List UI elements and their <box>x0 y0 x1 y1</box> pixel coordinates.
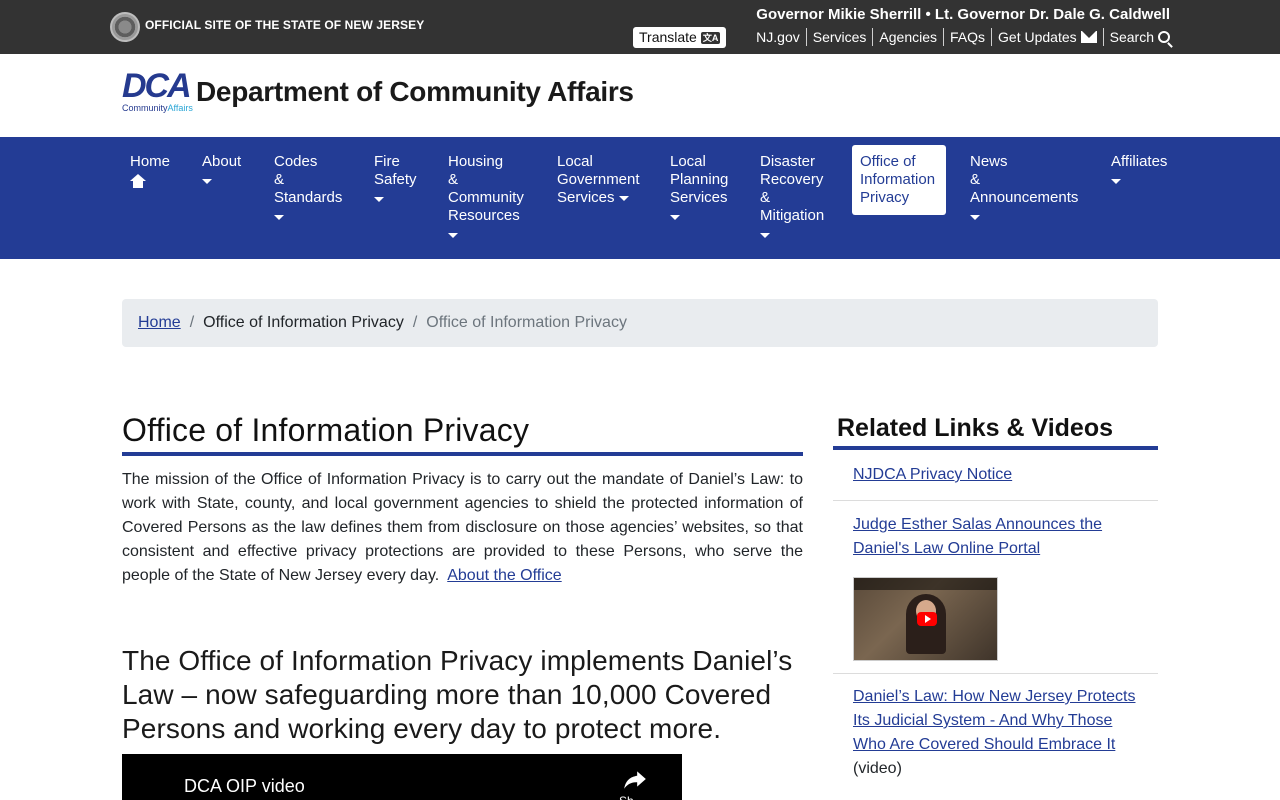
logo-sub-community: Community <box>122 103 168 113</box>
translate-icon: 文A <box>700 31 721 44</box>
main-nav: Home About Codes & Standards Fire Safety… <box>0 137 1280 259</box>
translate-button[interactable]: Translate 文A <box>633 27 727 48</box>
nav-codes-label: Codes & Standards <box>274 153 343 206</box>
privacy-notice-link[interactable]: NJDCA Privacy Notice <box>853 466 1012 483</box>
governor-line: Governor Mikie Sherrill • Lt. Governor D… <box>756 6 1170 23</box>
section-heading: The Office of Information Privacy implem… <box>122 645 793 744</box>
breadcrumb-separator: / <box>189 314 195 331</box>
nav-local-planning-label: Local Planning Services <box>670 153 729 206</box>
nav-local-government[interactable]: Local Government Services <box>549 145 648 215</box>
nav-affiliates-label: Affiliates <box>1111 153 1168 170</box>
breadcrumb: Home / Office of Information Privacy / O… <box>122 299 1158 347</box>
chevron-down-icon <box>274 215 284 220</box>
home-icon <box>130 174 146 188</box>
video-thumbnail[interactable] <box>853 577 998 661</box>
top-link-search[interactable]: Search <box>1104 28 1170 46</box>
breadcrumb-separator: / <box>412 314 418 331</box>
play-icon[interactable] <box>917 612 937 626</box>
thumbnail-title-bar <box>854 578 997 590</box>
top-link-njgov[interactable]: NJ.gov <box>750 28 807 46</box>
salas-portal-link[interactable]: Judge Esther Salas Announces the Daniel'… <box>853 516 1102 557</box>
about-office-link[interactable]: About the Office <box>447 567 561 584</box>
share-label[interactable]: Sh <box>619 794 634 800</box>
nav-codes-standards[interactable]: Codes & Standards <box>266 145 350 233</box>
nj-seal-icon <box>110 12 140 42</box>
video-suffix: (video) <box>853 760 902 777</box>
chevron-down-icon <box>374 197 384 202</box>
logo-sub-affairs: Affairs <box>167 103 193 113</box>
chevron-down-icon <box>448 233 458 238</box>
state-top-bar: OFFICIAL SITE OF THE STATE OF NEW JERSEY… <box>0 0 1280 54</box>
sidebar-item-daniels-law: Daniel’s Law: How New Jersey Protects It… <box>833 674 1158 800</box>
nav-oip-label: Office of Information Privacy <box>860 153 936 206</box>
chevron-down-icon <box>760 233 770 238</box>
sidebar-title: Related Links & Videos <box>833 412 1158 450</box>
chevron-down-icon <box>202 179 212 184</box>
top-links: NJ.gov Services Agencies FAQs Get Update… <box>750 28 1170 46</box>
nav-affiliates[interactable]: Affiliates <box>1103 145 1175 197</box>
dca-logo-text: DCA <box>122 67 192 105</box>
video-player[interactable]: DCA OIP video <box>122 754 682 800</box>
chevron-down-icon <box>618 195 629 201</box>
dca-logo[interactable]: DCA CommunityAffairs <box>122 69 194 113</box>
nav-fire-safety[interactable]: Fire Safety <box>366 145 425 215</box>
page-title: Office of Information Privacy <box>122 410 803 456</box>
nav-disaster-label: Disaster Recovery & Mitigation <box>760 153 825 224</box>
top-link-get-updates[interactable]: Get Updates <box>992 28 1104 46</box>
nav-about[interactable]: About <box>194 145 249 197</box>
official-site-label: OFFICIAL SITE OF THE STATE OF NEW JERSEY <box>145 18 425 32</box>
chevron-down-icon <box>970 215 980 220</box>
top-link-agencies[interactable]: Agencies <box>873 28 945 46</box>
nav-home-label: Home <box>130 153 171 170</box>
envelope-icon <box>1080 31 1097 43</box>
top-link-services[interactable]: Services <box>807 28 874 46</box>
nav-news[interactable]: News & Announcements <box>962 145 1086 233</box>
translate-label: Translate <box>639 29 697 45</box>
chevron-down-icon <box>1111 179 1121 184</box>
nav-local-planning[interactable]: Local Planning Services <box>662 145 736 233</box>
nav-office-information-privacy[interactable]: Office of Information Privacy <box>852 145 946 215</box>
nav-housing-label: Housing & Community Resources <box>448 153 524 224</box>
top-link-faqs[interactable]: FAQs <box>944 28 993 46</box>
breadcrumb-current: Office of Information Privacy <box>426 314 627 331</box>
nav-about-label: About <box>202 153 242 170</box>
department-title[interactable]: Department of Community Affairs <box>196 76 634 108</box>
nav-housing[interactable]: Housing & Community Resources <box>440 145 532 251</box>
nav-home[interactable]: Home <box>122 145 178 196</box>
breadcrumb-middle[interactable]: Office of Information Privacy <box>203 314 404 332</box>
search-label: Search <box>1109 29 1154 45</box>
nav-fire-label: Fire Safety <box>374 153 417 188</box>
nav-disaster-recovery[interactable]: Disaster Recovery & Mitigation <box>752 145 832 251</box>
video-title[interactable]: DCA OIP video <box>184 776 305 797</box>
get-updates-label: Get Updates <box>998 29 1077 45</box>
sidebar-item-privacy-notice: NJDCA Privacy Notice <box>833 451 1158 501</box>
daniels-law-link[interactable]: Daniel’s Law: How New Jersey Protects It… <box>853 688 1135 753</box>
nav-news-label: News & Announcements <box>970 153 1079 206</box>
share-icon[interactable] <box>622 766 648 792</box>
mission-paragraph: The mission of the Office of Information… <box>122 468 803 588</box>
dca-logo-subtext: CommunityAffairs <box>122 103 194 113</box>
breadcrumb-home[interactable]: Home <box>138 314 181 332</box>
chevron-down-icon <box>670 215 680 220</box>
search-icon <box>1158 31 1170 43</box>
site-header: DCA CommunityAffairs Department of Commu… <box>0 54 1280 137</box>
